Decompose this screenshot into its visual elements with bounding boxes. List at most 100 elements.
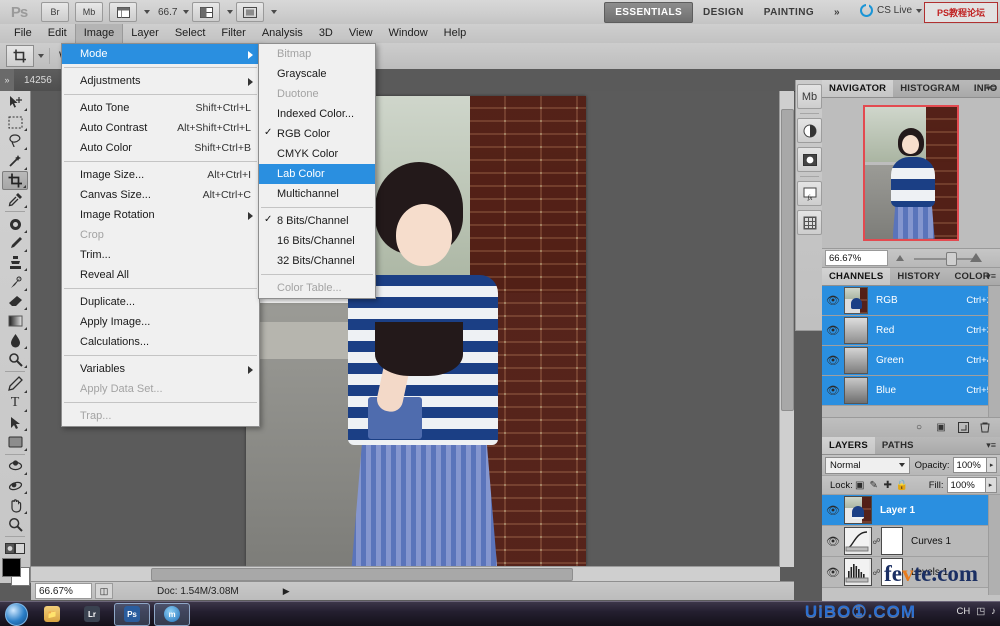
menu-3d[interactable]: 3D xyxy=(311,24,341,43)
menu-layer[interactable]: Layer xyxy=(123,24,167,43)
menu-view[interactable]: View xyxy=(341,24,381,43)
appbar-zoom-value[interactable]: 66.7 xyxy=(158,7,177,18)
opacity-stepper[interactable]: ▸ xyxy=(987,457,997,473)
explorer-taskbar-button[interactable]: 📁 xyxy=(34,603,70,626)
menu-item-mode[interactable]: Mode xyxy=(62,44,259,64)
mode-item-32-bits[interactable]: 32 Bits/Channel xyxy=(259,251,375,271)
zoom-tool[interactable] xyxy=(2,515,28,534)
navigator-panel-menu-icon[interactable]: ▾≡ xyxy=(986,83,996,94)
mode-submenu[interactable]: Bitmap Grayscale Duotone Indexed Color..… xyxy=(258,43,376,299)
zoom-slider-track[interactable] xyxy=(914,258,974,260)
color-swatches[interactable] xyxy=(2,558,30,587)
lock-position-icon[interactable]: ✚ xyxy=(881,480,895,491)
layer-row-layer-1[interactable]: 👁 Layer 1 xyxy=(822,495,1000,526)
status-zoom-field[interactable]: 66.67% xyxy=(35,583,92,599)
menu-window[interactable]: Window xyxy=(381,24,436,43)
channel-visibility-icon[interactable]: 👁 xyxy=(822,294,844,307)
tool-preset-caret-icon[interactable] xyxy=(38,54,44,58)
volume-icon[interactable]: ♪ xyxy=(991,606,996,617)
menu-item-image-size[interactable]: Image Size... Alt+Ctrl+I xyxy=(62,165,259,185)
view-extras-button[interactable] xyxy=(109,2,137,22)
canvas-vertical-scrollbar[interactable] xyxy=(779,91,794,567)
blur-tool[interactable] xyxy=(2,331,28,350)
3d-orbit-tool[interactable] xyxy=(2,476,28,495)
type-tool[interactable]: T xyxy=(2,394,28,413)
menu-analysis[interactable]: Analysis xyxy=(254,24,311,43)
tab-histogram[interactable]: HISTOGRAM xyxy=(893,80,967,97)
lock-image-pixels-icon[interactable]: ✎ xyxy=(867,480,881,491)
tab-layers[interactable]: LAYERS xyxy=(822,437,875,454)
menu-item-calculations[interactable]: Calculations... xyxy=(62,332,259,352)
canvas-horizontal-scroll-thumb[interactable] xyxy=(151,568,573,581)
canvas-horizontal-scrollbar[interactable] xyxy=(31,566,780,581)
masks-panel-icon[interactable] xyxy=(797,147,822,172)
eraser-tool[interactable] xyxy=(2,292,28,311)
mode-item-8-bits[interactable]: ✓ 8 Bits/Channel xyxy=(259,211,375,231)
tab-history[interactable]: HISTORY xyxy=(890,268,947,285)
mode-item-cmyk-color[interactable]: CMYK Color xyxy=(259,144,375,164)
layer-visibility-icon[interactable]: 👁 xyxy=(822,566,844,579)
navigator-zoom-field[interactable]: 66.67% xyxy=(825,250,888,266)
3d-rotate-tool[interactable] xyxy=(2,457,28,476)
maxthon-taskbar-button[interactable]: m xyxy=(154,602,190,626)
lightroom-taskbar-button[interactable]: Lr xyxy=(74,603,110,626)
photoshop-taskbar-button[interactable]: Ps xyxy=(114,602,150,626)
tool-preset-picker[interactable] xyxy=(6,45,34,67)
zoom-in-icon[interactable] xyxy=(970,253,982,262)
quick-mask-toggle[interactable] xyxy=(2,542,28,554)
menu-item-reveal-all[interactable]: Reveal All xyxy=(62,265,259,285)
workspace-more-button[interactable]: » xyxy=(824,3,850,22)
workspace-tab-painting[interactable]: PAINTING xyxy=(754,3,824,22)
channel-row-red[interactable]: 👁 Red Ctrl+3 xyxy=(822,316,1000,346)
document-tab[interactable]: 14256 xyxy=(14,69,63,91)
mode-item-indexed-color[interactable]: Indexed Color... xyxy=(259,104,375,124)
mode-item-multichannel[interactable]: Multichannel xyxy=(259,184,375,204)
workspace-tab-essentials[interactable]: ESSENTIALS xyxy=(604,1,694,23)
channel-visibility-icon[interactable]: 👁 xyxy=(822,384,844,397)
path-selection-tool[interactable] xyxy=(2,413,28,432)
dodge-tool[interactable] xyxy=(2,350,28,369)
save-selection-as-channel-button[interactable]: ▣ xyxy=(932,420,950,435)
fill-stepper[interactable]: ▸ xyxy=(985,477,997,493)
crop-tool[interactable] xyxy=(2,170,28,191)
delete-channel-button[interactable] xyxy=(976,420,994,435)
mini-bridge-panel-icon[interactable]: Mb xyxy=(797,84,822,109)
view-extras-caret-icon[interactable] xyxy=(144,10,150,14)
menu-item-apply-image[interactable]: Apply Image... xyxy=(62,312,259,332)
menu-item-auto-tone[interactable]: Auto Tone Shift+Ctrl+L xyxy=(62,98,259,118)
navigator-zoom-slider[interactable] xyxy=(892,251,996,266)
zoom-slider-knob[interactable] xyxy=(946,252,958,266)
styles-panel-icon[interactable]: fx xyxy=(797,181,822,206)
screen-mode-caret-icon[interactable] xyxy=(271,10,278,14)
swatches-panel-icon[interactable] xyxy=(797,210,822,235)
canvas-vertical-scroll-thumb[interactable] xyxy=(781,109,794,411)
mini-bridge-button[interactable]: Mb xyxy=(75,2,103,22)
channels-scrollbar[interactable] xyxy=(988,286,1000,417)
menu-item-image-rotation[interactable]: Image Rotation xyxy=(62,205,259,225)
collapse-panels-icon[interactable]: » xyxy=(0,69,14,91)
screen-mode-button[interactable] xyxy=(236,2,265,22)
rectangle-shape-tool[interactable] xyxy=(2,432,28,451)
tab-navigator[interactable]: NAVIGATOR xyxy=(822,80,894,97)
hand-tool[interactable] xyxy=(2,495,28,514)
lock-all-icon[interactable]: 🔒 xyxy=(895,480,909,491)
channel-visibility-icon[interactable]: 👁 xyxy=(822,354,844,367)
menu-item-adjustments[interactable]: Adjustments xyxy=(62,71,259,91)
layer-row-curves-1[interactable]: 👁 ☍ Curves 1 xyxy=(822,526,1000,557)
mode-item-lab-color[interactable]: Lab Color xyxy=(259,164,375,184)
lasso-tool[interactable] xyxy=(2,132,28,151)
menu-item-auto-contrast[interactable]: Auto Contrast Alt+Shift+Ctrl+L xyxy=(62,118,259,138)
lock-transparent-pixels-icon[interactable]: ▣ xyxy=(853,480,867,491)
spot-healing-tool[interactable] xyxy=(2,214,28,233)
new-channel-button[interactable] xyxy=(954,420,972,435)
blend-mode-select[interactable]: Normal xyxy=(825,456,910,474)
menu-edit[interactable]: Edit xyxy=(40,24,75,43)
workspace-tab-design[interactable]: DESIGN xyxy=(693,3,754,22)
image-menu-dropdown[interactable]: Mode Adjustments Auto Tone Shift+Ctrl+L … xyxy=(61,43,260,427)
menu-item-auto-color[interactable]: Auto Color Shift+Ctrl+B xyxy=(62,138,259,158)
layer-visibility-icon[interactable]: 👁 xyxy=(822,535,844,548)
tab-channels[interactable]: CHANNELS xyxy=(822,268,891,285)
layer-visibility-icon[interactable]: 👁 xyxy=(822,504,844,517)
magic-wand-tool[interactable] xyxy=(2,151,28,170)
pen-tool[interactable] xyxy=(2,374,28,393)
